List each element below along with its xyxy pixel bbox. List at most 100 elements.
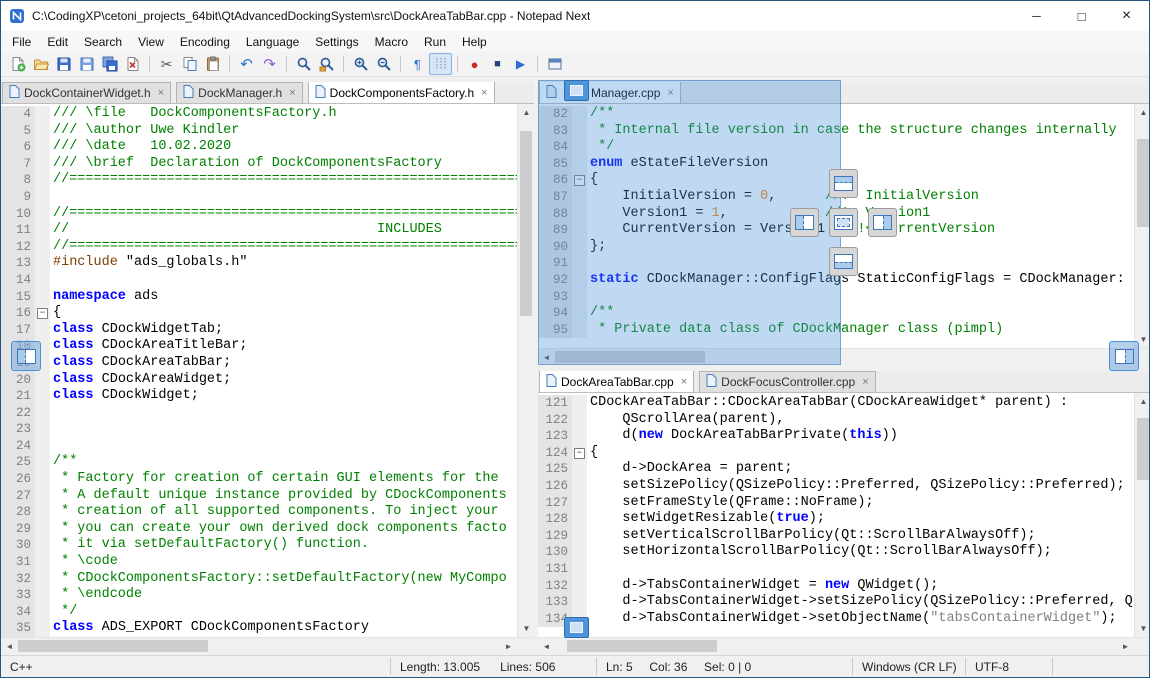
drag-indicator-top[interactable] bbox=[564, 80, 589, 101]
tab-dockfocuscontroller-cpp[interactable]: DockFocusController.cpp × bbox=[699, 371, 876, 392]
tab-close-icon[interactable]: × bbox=[862, 376, 868, 388]
zoom-out-button[interactable] bbox=[372, 53, 395, 75]
status-eol-format[interactable]: Windows (CR LF) bbox=[853, 656, 965, 677]
drop-indicator-left[interactable] bbox=[790, 208, 819, 237]
tab-dockcomponentsfactory-h[interactable]: DockComponentsFactory.h × bbox=[308, 82, 495, 103]
fold-margin bbox=[572, 544, 587, 561]
replace-button[interactable] bbox=[315, 53, 338, 75]
vertical-scrollbar[interactable]: ▲ ▼ bbox=[517, 104, 534, 637]
tab-manager-cpp[interactable]: Manager.cpp× bbox=[539, 82, 681, 103]
menu-item-settings[interactable]: Settings bbox=[307, 33, 366, 51]
paste-button[interactable] bbox=[201, 53, 224, 75]
zoom-in-button[interactable] bbox=[349, 53, 372, 75]
scroll-up-arrow-icon[interactable]: ▲ bbox=[518, 104, 534, 121]
open-file-button[interactable] bbox=[29, 53, 52, 75]
cut-button[interactable]: ✂ bbox=[155, 53, 178, 75]
menu-item-edit[interactable]: Edit bbox=[39, 33, 76, 51]
vertical-scrollbar[interactable]: ▲ ▼ bbox=[1134, 104, 1149, 348]
new-file-button[interactable] bbox=[6, 53, 29, 75]
undo-icon: ↶ bbox=[240, 57, 253, 72]
scroll-right-arrow-icon[interactable]: ► bbox=[500, 638, 517, 654]
code-text: /// \author Uwe Kindler bbox=[50, 123, 517, 140]
menu-item-help[interactable]: Help bbox=[454, 33, 495, 51]
scroll-up-arrow-icon[interactable]: ▲ bbox=[1135, 393, 1149, 410]
close-file-button[interactable] bbox=[121, 53, 144, 75]
tab-close-icon[interactable]: × bbox=[681, 376, 687, 388]
indent-guides-button[interactable] bbox=[429, 53, 452, 75]
tab-close-icon[interactable]: × bbox=[667, 87, 673, 99]
window-view-button[interactable] bbox=[543, 53, 566, 75]
horizontal-scrollbar[interactable]: ◄ ► bbox=[538, 637, 1149, 654]
scrollbar-thumb[interactable] bbox=[567, 640, 717, 652]
close-button[interactable]: × bbox=[1104, 1, 1149, 31]
tab-close-icon[interactable]: × bbox=[158, 87, 164, 99]
code-line: 9 bbox=[1, 189, 517, 206]
edge-drop-indicator-left[interactable] bbox=[11, 341, 41, 371]
drop-indicator-right[interactable] bbox=[868, 208, 897, 237]
show-all-characters-button[interactable]: ¶ bbox=[406, 53, 429, 75]
drag-indicator-bottom[interactable] bbox=[564, 617, 589, 638]
menu-item-encoding[interactable]: Encoding bbox=[172, 33, 238, 51]
tab-dockcontainerwidget-h[interactable]: DockContainerWidget.h× bbox=[2, 82, 171, 103]
minimize-button[interactable]: ─ bbox=[1014, 1, 1059, 31]
scrollbar-thumb[interactable] bbox=[18, 640, 208, 652]
scroll-left-arrow-icon[interactable]: ◄ bbox=[538, 638, 555, 654]
scrollbar-thumb[interactable] bbox=[1137, 418, 1149, 480]
undo-button[interactable]: ↶ bbox=[235, 53, 258, 75]
tab-dockareatabbar-cpp[interactable]: DockAreaTabBar.cpp× bbox=[539, 371, 694, 392]
status-encoding[interactable]: UTF-8 bbox=[966, 656, 1052, 677]
horizontal-scrollbar[interactable]: ◄ ► bbox=[1, 637, 534, 654]
tab-label: DockComponentsFactory.h bbox=[330, 86, 475, 100]
fold-marker[interactable]: − bbox=[574, 175, 585, 186]
scrollbar-thumb[interactable] bbox=[1137, 139, 1149, 227]
horizontal-scrollbar[interactable]: ◄ ► bbox=[538, 348, 1149, 365]
code-line: 28 * creation of all supported component… bbox=[1, 504, 517, 521]
record-icon: ● bbox=[471, 58, 479, 71]
menu-item-file[interactable]: File bbox=[4, 33, 39, 51]
menu-item-run[interactable]: Run bbox=[416, 33, 454, 51]
save-all-button[interactable] bbox=[98, 53, 121, 75]
copy-button[interactable] bbox=[178, 53, 201, 75]
macro-play-button[interactable]: ▶ bbox=[509, 53, 532, 75]
drop-indicator-center[interactable] bbox=[829, 208, 858, 237]
tab-label: DockFocusController.cpp bbox=[721, 375, 855, 389]
save-copy-as-button[interactable] bbox=[75, 53, 98, 75]
tab-close-icon[interactable]: × bbox=[481, 87, 487, 99]
tab-dockmanager-h[interactable]: DockManager.h× bbox=[176, 82, 302, 103]
scroll-right-arrow-icon[interactable]: ► bbox=[1117, 638, 1134, 654]
scrollbar-thumb[interactable] bbox=[555, 351, 705, 363]
drop-indicator-bottom[interactable] bbox=[829, 247, 858, 276]
menu-item-macro[interactable]: Macro bbox=[367, 33, 416, 51]
menu-item-view[interactable]: View bbox=[130, 33, 172, 51]
code-text: setSizePolicy(QSizePolicy::Preferred, QS… bbox=[587, 478, 1134, 495]
code-text: CDockAreaTabBar::CDockAreaTabBar(CDockAr… bbox=[587, 395, 1134, 412]
find-button[interactable] bbox=[292, 53, 315, 75]
line-number: 22 bbox=[1, 405, 35, 422]
macro-stop-button[interactable]: ■ bbox=[486, 53, 509, 75]
scroll-up-arrow-icon[interactable]: ▲ bbox=[1135, 104, 1149, 121]
editor-left[interactable]: 4/// \file DockComponentsFactory.h5/// \… bbox=[1, 104, 517, 637]
save-file-button[interactable] bbox=[52, 53, 75, 75]
scroll-down-arrow-icon[interactable]: ▼ bbox=[1135, 620, 1149, 637]
fold-marker[interactable]: − bbox=[37, 308, 48, 319]
redo-button[interactable]: ↷ bbox=[258, 53, 281, 75]
scroll-left-arrow-icon[interactable]: ◄ bbox=[538, 349, 555, 365]
fold-marker[interactable]: − bbox=[574, 448, 585, 459]
fold-margin bbox=[572, 222, 587, 239]
title-bar[interactable]: C:\CodingXP\cetoni_projects_64bit\QtAdva… bbox=[1, 1, 1149, 31]
scrollbar-thumb[interactable] bbox=[520, 131, 532, 316]
tab-close-icon[interactable]: × bbox=[289, 87, 295, 99]
dock-area-left: DockContainerWidget.h×DockManager.h× Dock… bbox=[1, 82, 534, 654]
scroll-down-arrow-icon[interactable]: ▼ bbox=[518, 620, 534, 637]
menu-item-language[interactable]: Language bbox=[238, 33, 307, 51]
scroll-left-arrow-icon[interactable]: ◄ bbox=[1, 638, 18, 654]
code-line: 132 d->TabsContainerWidget = new QWidget… bbox=[538, 578, 1134, 595]
macro-record-button[interactable]: ● bbox=[463, 53, 486, 75]
edge-drop-indicator-right[interactable] bbox=[1109, 341, 1139, 371]
editor-bottom-right[interactable]: 121CDockAreaTabBar::CDockAreaTabBar(CDoc… bbox=[538, 393, 1134, 637]
menu-item-search[interactable]: Search bbox=[76, 33, 130, 51]
maximize-button[interactable]: □ bbox=[1059, 1, 1104, 31]
drop-indicator-top[interactable] bbox=[829, 169, 858, 198]
vertical-scrollbar[interactable]: ▲ ▼ bbox=[1134, 393, 1149, 637]
window-title: C:\CodingXP\cetoni_projects_64bit\QtAdva… bbox=[32, 9, 590, 23]
